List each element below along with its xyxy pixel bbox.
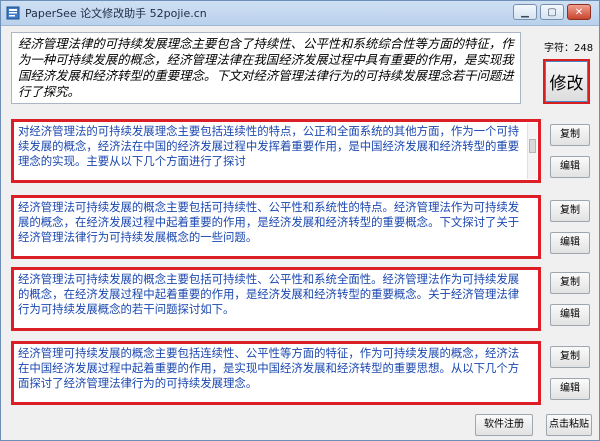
scrollbar-thumb[interactable]: [529, 139, 536, 153]
title-bar: PaperSee 论文修改助手 52pojie.cn ▁ ▢ ✕: [1, 1, 599, 26]
result-scrollbar-1[interactable]: [527, 123, 537, 179]
app-icon: [6, 6, 20, 20]
edit-button-1[interactable]: 编辑: [550, 156, 590, 178]
paste-button[interactable]: 点击粘贴: [546, 414, 592, 436]
edit-button-3[interactable]: 编辑: [550, 304, 590, 326]
copy-button-4[interactable]: 复制: [550, 346, 590, 368]
result-box-2: 经济管理法可持续发展的概念主要包括可持续性、公平性和系统性的特点。经济管理法作为…: [11, 195, 541, 259]
edit-button-2[interactable]: 编辑: [550, 232, 590, 254]
result-text-1[interactable]: 对经济管理法的可持续发展理念主要包括连续性的特点，公正和全面系统的其他方面，作为…: [18, 124, 528, 180]
app-window: PaperSee 论文修改助手 52pojie.cn ▁ ▢ ✕ 经济管理法律的…: [0, 0, 600, 441]
edit-button-4[interactable]: 编辑: [550, 378, 590, 400]
result-text-3[interactable]: 经济管理法可持续发展的概念主要包括可持续性、公平性和系统全面性。经济管理法作为可…: [18, 272, 528, 328]
minimize-button[interactable]: ▁: [513, 4, 537, 20]
result-text-2[interactable]: 经济管理法可持续发展的概念主要包括可持续性、公平性和系统性的特点。经济管理法作为…: [18, 200, 528, 256]
copy-button-1[interactable]: 复制: [550, 124, 590, 146]
result-text-4[interactable]: 经济管理可持续发展的概念主要包括连续性、公平性等方面的特征，作为可持续发展的概念…: [18, 346, 528, 402]
copy-button-3[interactable]: 复制: [550, 272, 590, 294]
copy-button-2[interactable]: 复制: [550, 200, 590, 222]
modify-button[interactable]: 修改: [543, 59, 590, 104]
maximize-button[interactable]: ▢: [540, 4, 564, 20]
result-box-1: 对经济管理法的可持续发展理念主要包括连续性的特点，公正和全面系统的其他方面，作为…: [11, 119, 541, 183]
window-title: PaperSee 论文修改助手 52pojie.cn: [25, 7, 207, 20]
close-button[interactable]: ✕: [567, 4, 591, 20]
source-text-area[interactable]: 经济管理法律的可持续发展理念主要包含了持续性、公平性和系统综合性等方面的特征，作…: [11, 32, 521, 104]
char-count-label: 字符：248: [544, 43, 594, 54]
result-box-3: 经济管理法可持续发展的概念主要包括可持续性、公平性和系统全面性。经济管理法作为可…: [11, 267, 541, 331]
register-button[interactable]: 软件注册: [475, 414, 533, 436]
result-box-4: 经济管理可持续发展的概念主要包括连续性、公平性等方面的特征，作为可持续发展的概念…: [11, 341, 541, 405]
